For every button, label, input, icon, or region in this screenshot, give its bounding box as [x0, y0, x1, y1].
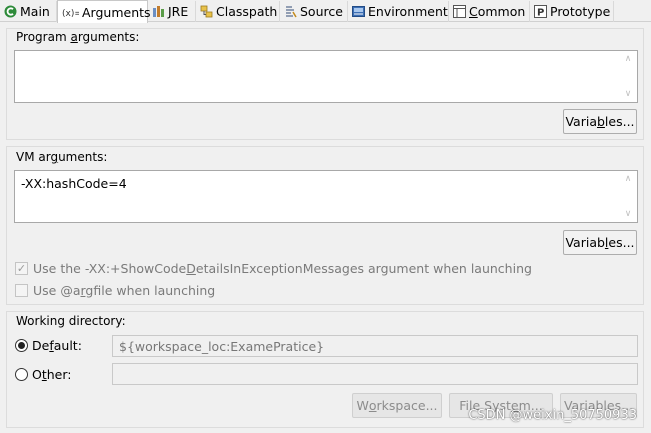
- other-directory-field: [112, 363, 638, 385]
- tab-main-label: Main: [20, 4, 50, 19]
- jre-icon: [152, 5, 165, 18]
- program-arguments-input[interactable]: ∧ ∨: [14, 50, 638, 103]
- vm-variables-button[interactable]: Variab l es...: [563, 230, 637, 255]
- argfile-label: Use @argfile when launching: [33, 283, 216, 298]
- tab-jre[interactable]: JRE: [148, 1, 196, 22]
- show-code-details-label: Use the -XX:+ShowCodeDetailsInExceptionM…: [33, 261, 532, 276]
- vm-arguments-scrollbar[interactable]: ∧ ∨: [620, 172, 636, 221]
- source-icon: [284, 5, 297, 18]
- tab-classpath[interactable]: Classpath: [196, 1, 280, 22]
- empty-checkbox-icon: [15, 284, 28, 297]
- vm-arguments-label: VM arguments:: [16, 150, 108, 164]
- tab-arguments-label: Arguments: [82, 4, 151, 20]
- radio-selected-icon: [15, 339, 28, 352]
- scroll-up-icon[interactable]: ∧: [625, 54, 632, 64]
- scroll-down-icon[interactable]: ∨: [625, 89, 632, 99]
- svg-text:(x)=: (x)=: [62, 9, 79, 19]
- vm-arguments-input[interactable]: -XX:hashCode=4 ∧ ∨: [14, 170, 638, 223]
- environment-icon: [352, 5, 365, 18]
- csdn-watermark: CSDN @weixin_50750933: [468, 408, 637, 423]
- working-directory-label: Working directory:: [16, 314, 126, 328]
- vm-arguments-value: -XX:hashCode=4: [21, 176, 127, 191]
- tab-environment[interactable]: Environment: [348, 1, 449, 22]
- main-icon: [4, 5, 17, 18]
- tab-prototype[interactable]: P Prototype: [530, 1, 614, 22]
- default-directory-value: ${workspace_loc:ExamePratice}: [119, 339, 325, 354]
- other-radio-label: Other:: [32, 367, 72, 382]
- show-code-details-checkbox[interactable]: ✓ Use the -XX:+ShowCodeDetailsInExceptio…: [15, 261, 532, 276]
- other-radio[interactable]: Other:: [15, 367, 72, 382]
- program-arguments-scrollbar[interactable]: ∧ ∨: [620, 52, 636, 101]
- default-radio-label: Default:: [32, 338, 82, 353]
- prototype-icon: P: [534, 5, 547, 19]
- argfile-checkbox[interactable]: Use @argfile when launching: [15, 283, 215, 298]
- tab-source-label: Source: [300, 4, 343, 19]
- tab-jre-label: JRE: [168, 4, 189, 19]
- default-radio[interactable]: Default:: [15, 338, 82, 353]
- tab-arguments[interactable]: (x)= Arguments: [57, 0, 151, 23]
- workspace-button: Wo rkspace...: [352, 393, 442, 418]
- tab-main[interactable]: Main: [0, 1, 57, 22]
- common-icon: [453, 5, 466, 18]
- program-arguments-group: Program arguments: ∧ ∨ Varia b les...: [6, 28, 644, 140]
- default-directory-field: ${workspace_loc:ExamePratice}: [112, 335, 638, 357]
- program-variables-button[interactable]: Varia b les...: [563, 109, 637, 134]
- tab-environment-label: Environment: [368, 4, 448, 19]
- tab-common[interactable]: Common: [449, 1, 530, 22]
- radio-unselected-icon: [15, 368, 28, 381]
- scroll-up-icon[interactable]: ∧: [625, 174, 632, 184]
- checkmark-icon: ✓: [15, 262, 28, 275]
- classpath-icon: [200, 5, 213, 18]
- vm-arguments-group: VM arguments: -XX:hashCode=4 ∧ ∨ Variab l…: [6, 146, 644, 305]
- tab-prototype-label: Prototype: [550, 4, 611, 19]
- launch-config-tabs: Main (x)= Arguments JRE Classpath Source…: [0, 0, 651, 23]
- tab-classpath-label: Classpath: [216, 4, 278, 19]
- scroll-down-icon[interactable]: ∨: [625, 209, 632, 219]
- svg-text:P: P: [537, 8, 544, 19]
- tab-common-label: Common: [469, 4, 526, 19]
- tab-source[interactable]: Source: [280, 1, 348, 22]
- program-arguments-label: Program arguments:: [16, 30, 140, 44]
- arguments-icon: (x)=: [62, 6, 82, 19]
